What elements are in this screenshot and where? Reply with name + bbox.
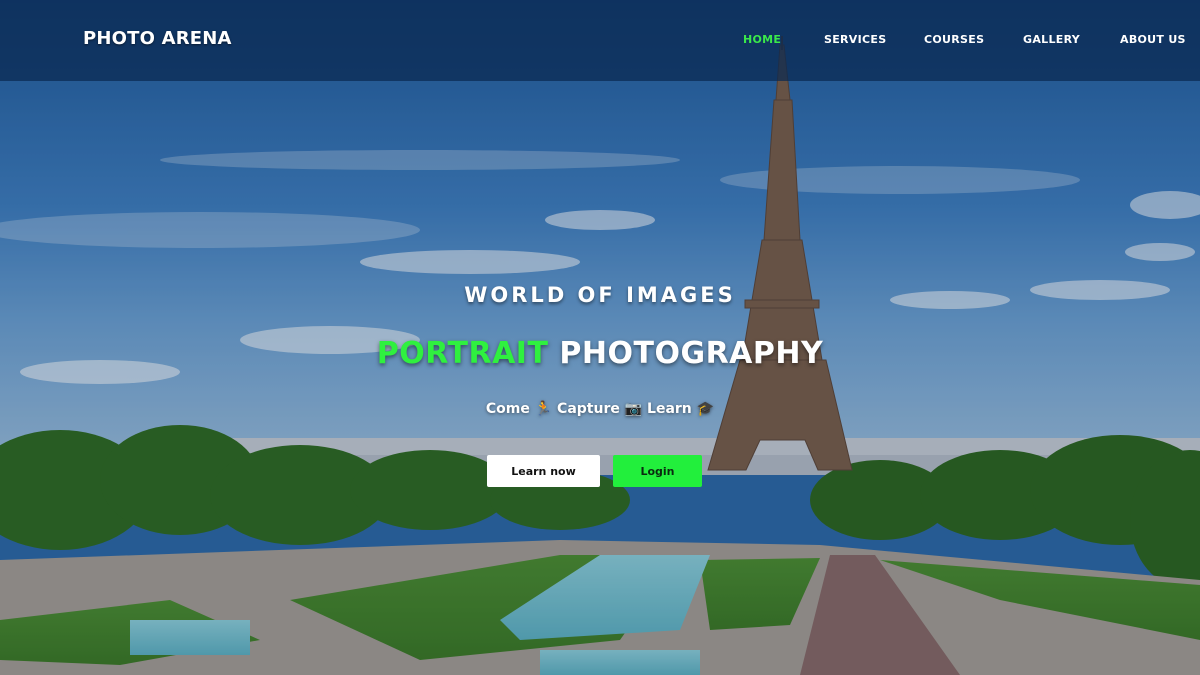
hero-tagline: Come 🏃 Capture 📷 Learn 🎓 [485, 401, 715, 417]
hero-title: PORTRAIT PHOTOGRAPHY [0, 336, 1200, 371]
nav-item-gallery[interactable]: GALLERY [1023, 33, 1080, 46]
nav-menu: HOME SERVICES COURSES GALLERY ABOUT US [0, 33, 1200, 49]
hero-title-rest: PHOTOGRAPHY [559, 336, 824, 371]
learn-now-button[interactable]: Learn now [487, 455, 600, 487]
nav-item-services[interactable]: SERVICES [824, 33, 886, 46]
hero-title-accent: PORTRAIT [376, 336, 549, 371]
nav-item-home[interactable]: HOME [743, 33, 781, 46]
nav-item-courses[interactable]: COURSES [924, 33, 984, 46]
login-button[interactable]: Login [613, 455, 702, 487]
nav-item-about-us[interactable]: ABOUT US [1120, 33, 1186, 46]
hero-subtitle: WORLD OF IMAGES [464, 283, 736, 307]
top-navbar: PHOTO ARENA HOME SERVICES COURSES GALLER… [0, 0, 1200, 81]
